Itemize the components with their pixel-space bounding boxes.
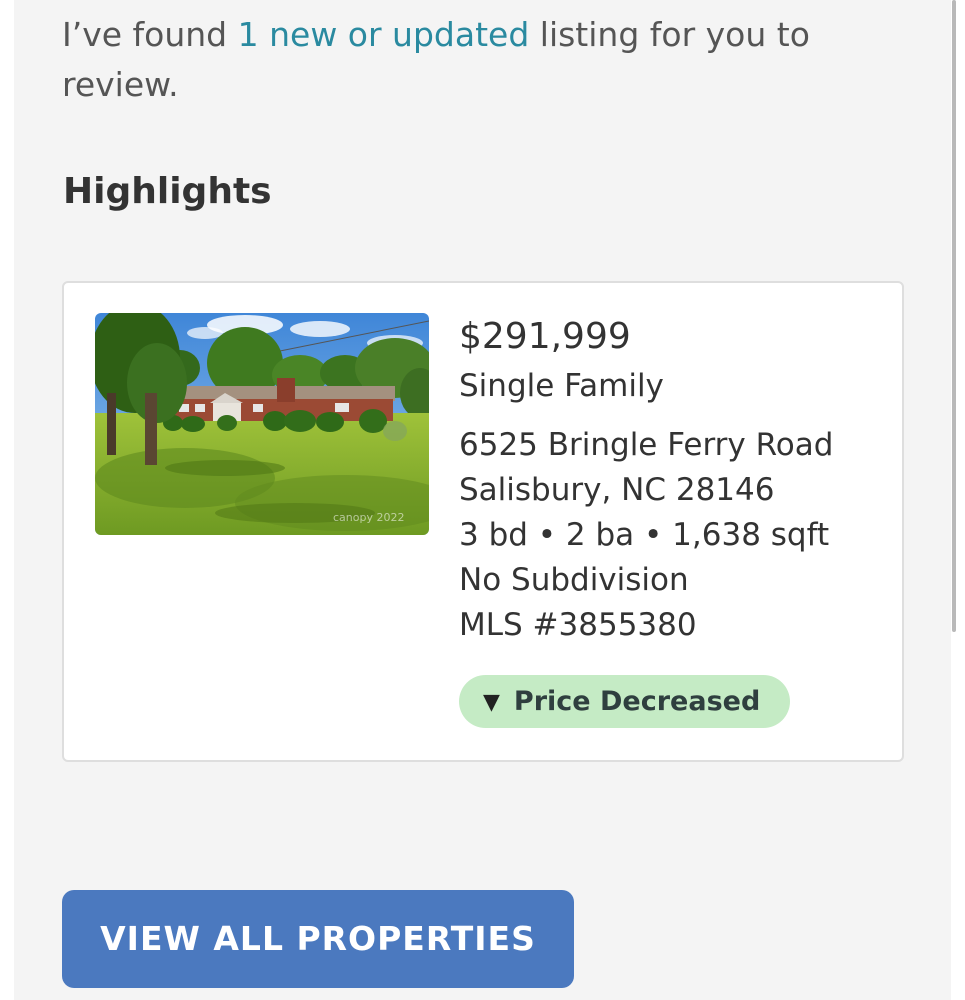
listing-city-state-zip: Salisbury, NC 28146	[459, 472, 775, 508]
intro-text: I’ve found 1 new or updated listing for …	[62, 10, 882, 110]
email-body: I’ve found 1 new or updated listing for …	[14, 0, 951, 1000]
listing-specs: 3 bd • 2 ba • 1,638 sqft	[459, 517, 830, 553]
listing-price: $291,999	[459, 316, 631, 357]
new-listings-link[interactable]: 1 new or updated	[238, 15, 530, 54]
listing-mls-number: MLS #3855380	[459, 607, 697, 643]
photo-watermark: canopy 2022	[333, 511, 404, 524]
scrollbar[interactable]	[952, 0, 956, 632]
listing-photo[interactable]: canopy 2022	[95, 313, 429, 535]
highlights-heading: Highlights	[63, 171, 272, 212]
listing-details: $291,999 Single Family 6525 Bringle Ferr…	[459, 311, 892, 648]
status-badge-label: Price Decreased	[513, 686, 761, 717]
listing-street: 6525 Bringle Ferry Road	[459, 427, 834, 463]
status-badge: ▼ Price Decreased	[459, 675, 791, 728]
listing-subdivision: No Subdivision	[459, 562, 689, 598]
intro-prefix: I’ve found	[62, 15, 238, 54]
down-triangle-icon: ▼	[483, 690, 500, 715]
listing-card[interactable]: canopy 2022 $291,999 Single Family 6525 …	[62, 281, 904, 762]
view-all-properties-button[interactable]: VIEW ALL PROPERTIES	[62, 890, 574, 988]
property-type: Single Family	[459, 368, 664, 404]
